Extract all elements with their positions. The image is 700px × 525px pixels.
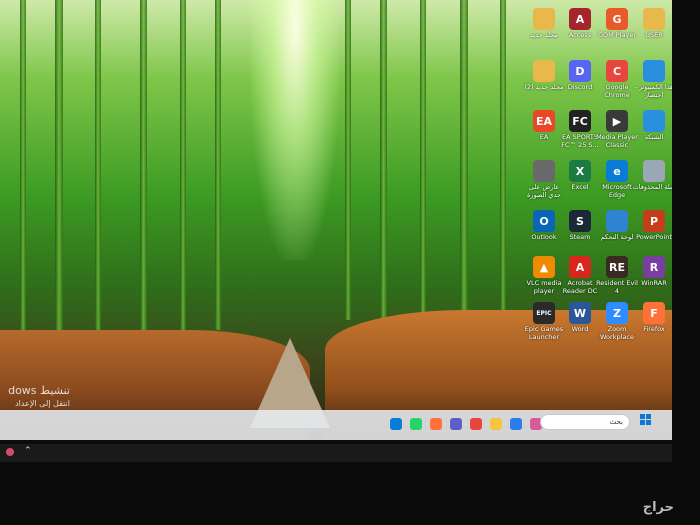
ea-icon: EA [533,110,555,132]
windows-activation-notice: dows تنشيط انتقل إلى الإعداد [0,384,70,408]
gom-player-icon: G [606,8,628,30]
ea-fc-icon: FC [569,110,591,132]
winrar-icon: R [643,256,665,278]
media-player-classic-icon: ▶ [606,110,628,132]
bamboo-trunk [420,0,426,320]
bamboo-trunk [140,0,147,345]
desktop-icon-label: PowerPoint [636,233,672,241]
bamboo-trunk [460,0,468,320]
new-folder-2-icon [533,60,555,82]
desktop-icon-label: هذا الكمبيوتر - اختصار [634,83,672,99]
desktop-icon[interactable]: F Firefox [632,302,672,333]
control-panel-icon [606,210,628,232]
new-folder-icon [533,8,555,30]
store-icon[interactable] [510,418,522,430]
desktop-icon[interactable]: الشبكة [632,110,672,141]
edge-desktop-icon: e [606,160,628,182]
image-viewer-icon [533,160,555,182]
bamboo-trunk [380,0,387,320]
edge-icon[interactable] [390,418,402,430]
epic-games-icon: EPIC [533,302,555,324]
activation-subtitle: انتقل إلى الإعداد [15,399,70,408]
desktop-icon-label: Firefox [643,325,665,333]
discord-icon: D [569,60,591,82]
powerpoint-icon: P [643,210,665,232]
taskbar-search-box[interactable]: بحث [540,414,630,430]
chrome-desktop-icon: C [606,60,628,82]
bamboo-trunk [95,0,101,350]
vlc-icon: ▲ [533,256,555,278]
bamboo-trunk [500,0,506,320]
bamboo-trunk [180,0,186,340]
bamboo-trunk [345,0,351,320]
desktop-screen: dows تنشيط انتقل إلى الإعداد مجلد جديد A A… [0,0,672,440]
zoom-icon: Z [606,302,628,324]
excel-icon: X [569,160,591,182]
steam-icon: S [569,210,591,232]
network-icon [643,110,665,132]
desktop-icon-label: سلة المحذوفات [632,183,672,191]
teams-icon[interactable] [450,418,462,430]
outlook-icon: O [533,210,555,232]
chevron-up-icon[interactable]: ⌃ [24,446,32,456]
whatsapp-icon[interactable] [410,418,422,430]
desktop-icon[interactable]: P PowerPoint [632,210,672,241]
tray-status-icon[interactable] [6,448,14,456]
this-pc-icon [643,60,665,82]
desktop-icon[interactable]: سلة المحذوفات [632,160,672,191]
word-icon: W [569,302,591,324]
access-icon: A [569,8,591,30]
acrobat-icon: A [569,256,591,278]
resident-evil-icon: RE [606,256,628,278]
bamboo-trunk [215,0,221,330]
start-button[interactable] [640,414,652,426]
desktop-icon[interactable]: USER [632,8,672,39]
activation-title: dows تنشيط [8,384,70,397]
sunlight [250,0,340,260]
recycle-bin-icon [643,160,665,182]
desktop-icon[interactable]: هذا الكمبيوتر - اختصار [632,60,672,99]
chrome-icon[interactable] [470,418,482,430]
desktop-icon[interactable]: R WinRAR [632,256,672,287]
user-folder-icon [643,8,665,30]
file-explorer-icon[interactable] [490,418,502,430]
search-label: بحث [609,418,623,426]
system-tray-strip [0,444,672,462]
bamboo-trunk [55,0,63,360]
watermark: حراج [642,500,674,515]
firefox-icon[interactable] [430,418,442,430]
bamboo-trunk [20,0,26,340]
desktop-icon-label: الشبكة [644,133,664,141]
desktop-icon-label: USER [645,31,663,39]
desktop-icon-label: WinRAR [641,279,667,287]
firefox-desktop-icon: F [643,302,665,324]
photo: dows تنشيط انتقل إلى الإعداد مجلد جديد A A… [0,0,700,525]
